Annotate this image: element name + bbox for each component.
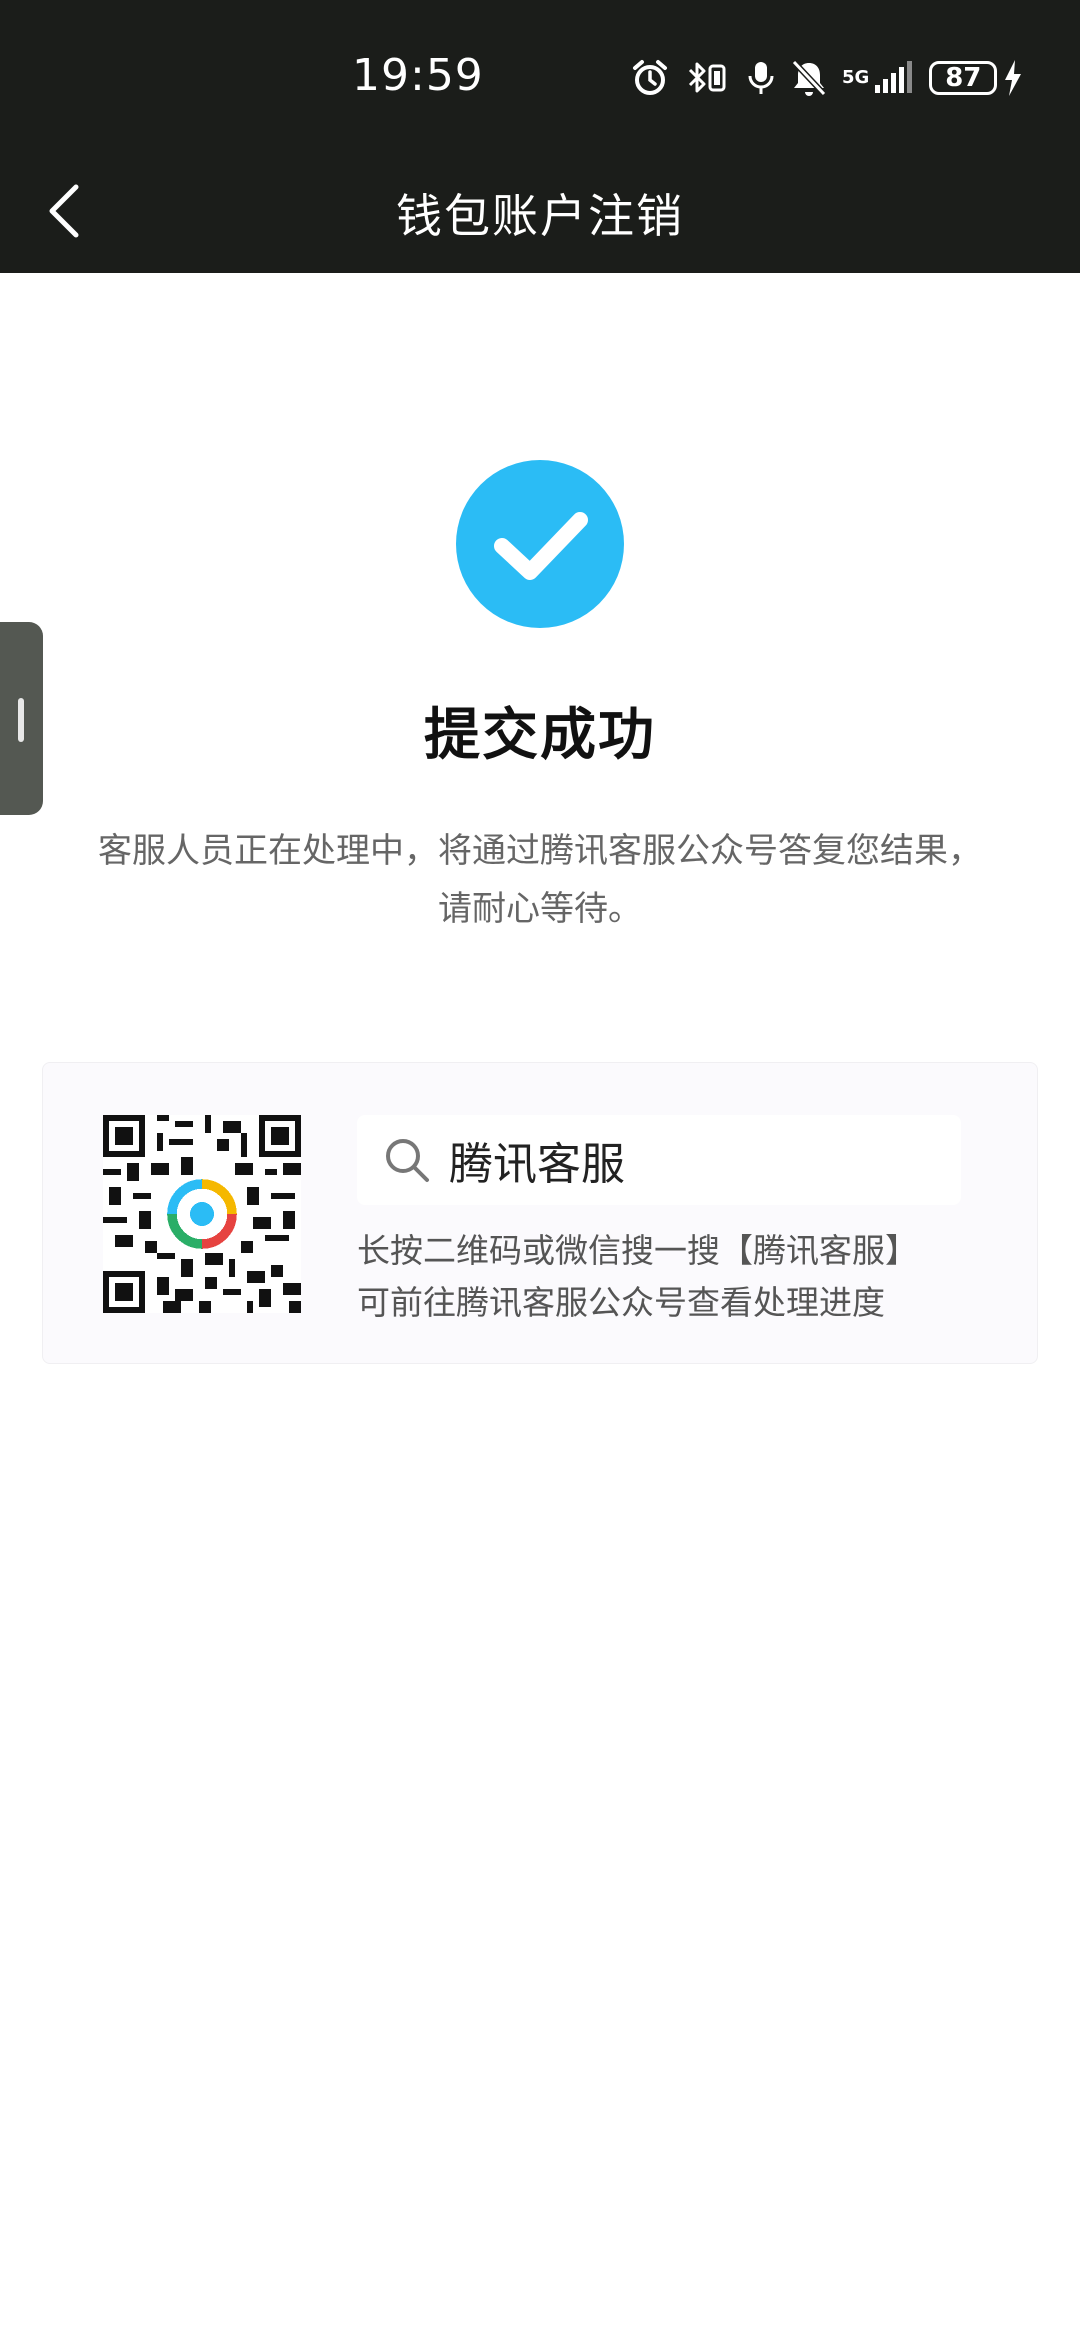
search-bar[interactable]: 腾讯客服 [357, 1115, 961, 1205]
result-title: 提交成功 [424, 703, 656, 768]
result-message: 客服人员正在处理中，将通过腾讯客服公众号答复您结果， 请耐心等待。 [40, 822, 1040, 938]
charging-icon [1005, 60, 1022, 96]
result-message-line2: 请耐心等待。 [438, 889, 642, 929]
success-check-icon [456, 460, 624, 628]
search-keyword: 腾讯客服 [449, 1139, 625, 1190]
mute-bell-icon [790, 58, 828, 98]
status-bar: 19:59 5G 87 [0, 0, 1080, 150]
card-hint: 长按二维码或微信搜一搜【腾讯客服】 可前往腾讯客服公众号查看处理进度 [357, 1225, 1017, 1329]
status-time: 19:59 [352, 50, 484, 101]
qr-code[interactable] [103, 1115, 301, 1313]
page-title: 钱包账户注销 [396, 189, 684, 243]
signal-icon: 5G [842, 61, 915, 95]
alarm-icon [630, 58, 670, 98]
card-hint-line1: 长按二维码或微信搜一搜【腾讯客服】 [357, 1231, 918, 1270]
top-bar: 19:59 5G 87 钱包账户注销 [0, 0, 1080, 273]
card-hint-line2: 可前往腾讯客服公众号查看处理进度 [357, 1283, 885, 1322]
status-icons: 5G 87 [630, 56, 1023, 100]
result-message-line1: 客服人员正在处理中，将通过腾讯客服公众号答复您结果， [98, 831, 982, 871]
microphone-icon [746, 58, 776, 98]
battery-level: 87 [929, 61, 998, 95]
battery-indicator: 87 [929, 60, 1023, 96]
search-icon [386, 1139, 429, 1182]
customer-service-card: 腾讯客服 长按二维码或微信搜一搜【腾讯客服】 可前往腾讯客服公众号查看处理进度 [42, 1062, 1038, 1364]
nav-bar: 钱包账户注销 [0, 150, 1080, 273]
bluetooth-vibrate-icon [684, 58, 732, 98]
